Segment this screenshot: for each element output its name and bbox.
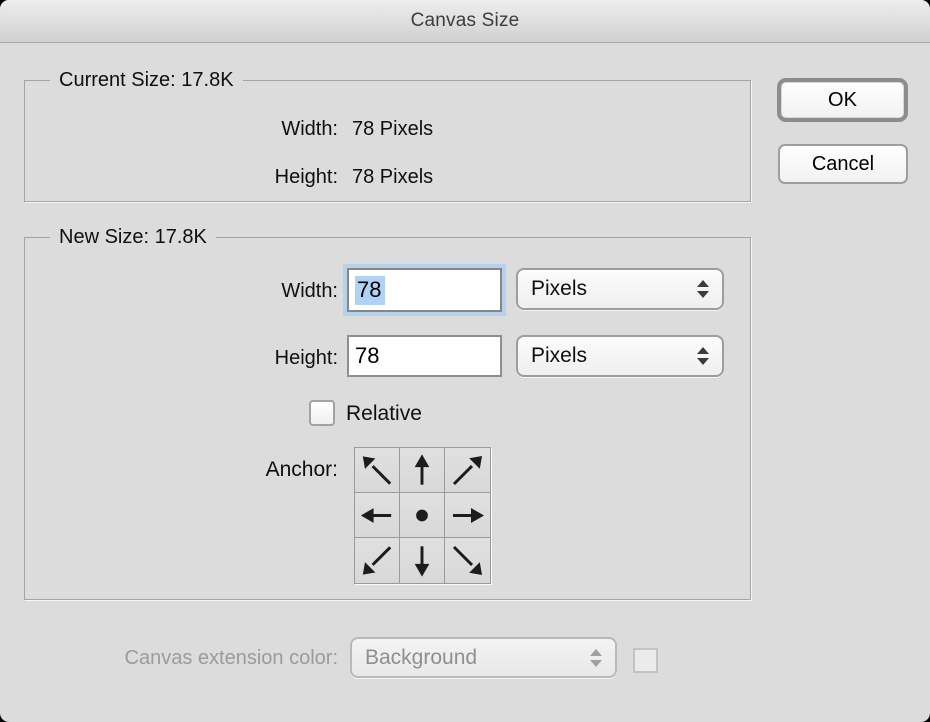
width-unit-dropdown[interactable]: Pixels	[516, 268, 724, 310]
anchor-left[interactable]	[355, 493, 400, 538]
cancel-button[interactable]: Cancel	[778, 144, 908, 184]
current-width-value: 78 Pixels	[352, 117, 433, 141]
canvas-extension-color-label: Canvas extension color:	[24, 646, 338, 670]
anchor-bottom-right[interactable]	[445, 538, 490, 583]
new-size-legend: New Size: 17.8K	[50, 224, 216, 250]
dialog-titlebar[interactable]: Canvas Size	[0, 0, 930, 43]
canvas-extension-color-dropdown: Background	[350, 637, 617, 678]
anchor-bottom[interactable]	[400, 538, 445, 583]
height-unit-value: Pixels	[531, 344, 587, 368]
height-input[interactable]: 78	[347, 335, 502, 377]
arrow-down-right-icon	[445, 538, 490, 583]
arrow-up-left-icon	[355, 448, 399, 493]
current-height-value: 78 Pixels	[352, 165, 433, 189]
height-unit-dropdown[interactable]: Pixels	[516, 335, 724, 377]
arrow-down-icon	[400, 538, 444, 583]
new-width-label: Width:	[24, 279, 338, 303]
anchor-top-left[interactable]	[355, 448, 400, 493]
dialog-title: Canvas Size	[411, 10, 520, 32]
arrow-right-icon	[445, 493, 490, 538]
anchor-top[interactable]	[400, 448, 445, 493]
canvas-size-dialog: Canvas Size Current Size: 17.8K Width: 7…	[0, 0, 930, 722]
anchor-right[interactable]	[445, 493, 490, 538]
width-input[interactable]: 78	[347, 268, 502, 312]
stepper-arrows-icon	[590, 649, 602, 667]
arrow-left-icon	[355, 493, 399, 538]
arrow-up-right-icon	[445, 448, 490, 493]
canvas-extension-color-value: Background	[365, 646, 477, 670]
arrow-up-icon	[400, 448, 444, 493]
center-dot-icon	[400, 493, 444, 538]
width-input-selected-text: 78	[355, 276, 385, 305]
stepper-arrows-icon	[697, 280, 709, 298]
height-input-text: 78	[355, 343, 379, 369]
arrow-down-left-icon	[355, 538, 399, 583]
current-size-legend: Current Size: 17.8K	[50, 67, 243, 93]
anchor-label: Anchor:	[24, 458, 338, 482]
anchor-center[interactable]	[400, 493, 445, 538]
ok-button[interactable]: OK	[777, 78, 908, 122]
stepper-arrows-icon	[697, 347, 709, 365]
anchor-bottom-left[interactable]	[355, 538, 400, 583]
current-height-label: Height:	[24, 165, 338, 189]
relative-label: Relative	[346, 402, 422, 426]
relative-checkbox[interactable]	[309, 400, 335, 426]
new-height-label: Height:	[24, 346, 338, 370]
width-unit-value: Pixels	[531, 277, 587, 301]
anchor-grid	[354, 447, 491, 584]
anchor-top-right[interactable]	[445, 448, 490, 493]
extension-color-swatch	[633, 648, 658, 673]
current-width-label: Width:	[24, 117, 338, 141]
